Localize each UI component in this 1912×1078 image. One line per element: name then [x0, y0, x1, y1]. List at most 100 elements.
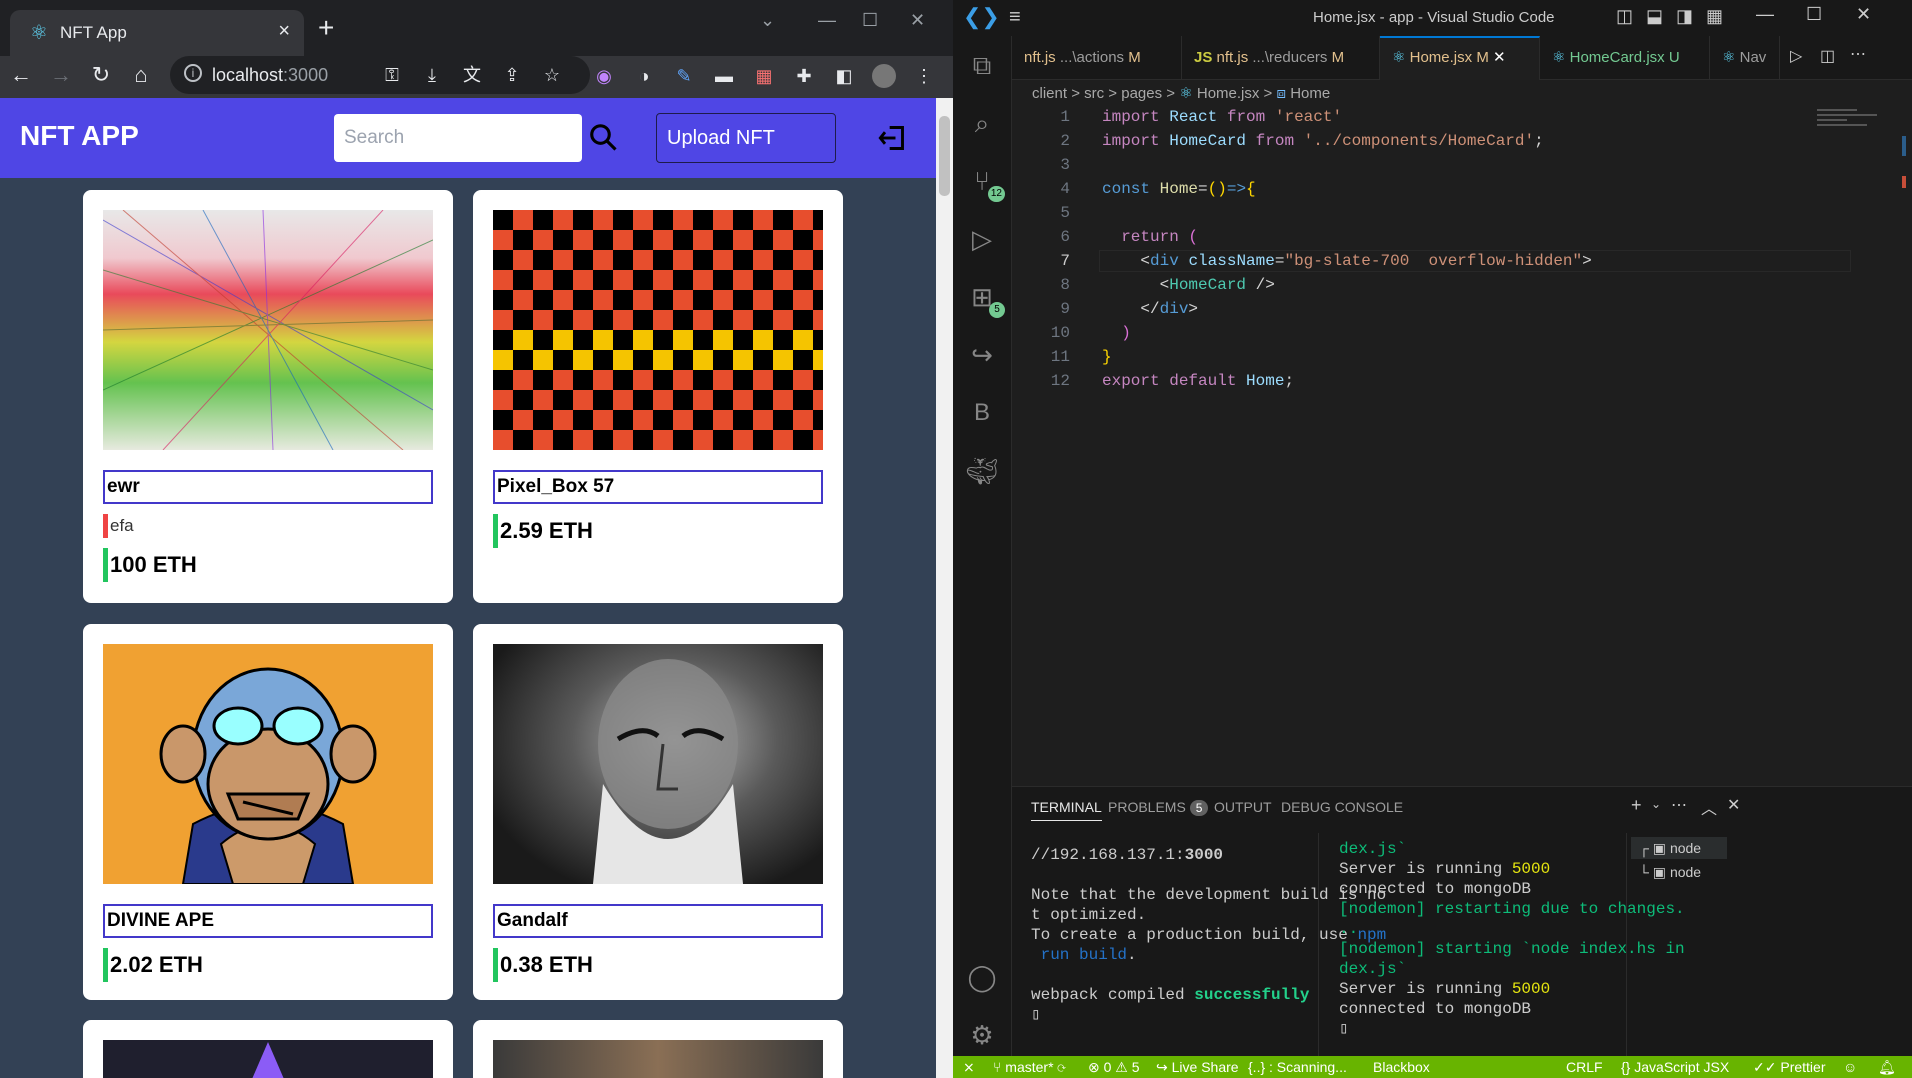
explorer-icon[interactable]: ⧉ [965, 48, 999, 82]
extensions-icon[interactable]: ⊞ 5 [965, 280, 1005, 318]
tab-homecard-jsx[interactable]: ⚛ HomeCard.jsx U [1540, 36, 1710, 80]
extension-pen-icon[interactable]: ✎ [672, 64, 696, 88]
account-icon[interactable]: ◯ [965, 960, 999, 994]
close-window-icon[interactable]: ✕ [1856, 4, 1871, 25]
branch-status[interactable]: ⑂ master* ⟳ [993, 1059, 1066, 1075]
more-actions-icon[interactable]: ⋯ [1671, 795, 1687, 815]
site-info-icon[interactable]: i [184, 64, 202, 82]
extension-dark-icon[interactable]: ▬ [712, 64, 736, 88]
tab-search-icon[interactable]: ⌄ [760, 10, 775, 31]
close-tab-icon[interactable]: × [278, 20, 290, 43]
profile-avatar[interactable] [872, 64, 896, 88]
editor-scrollbar[interactable] [1898, 106, 1912, 786]
blackbox-status[interactable]: Blackbox [1373, 1059, 1430, 1075]
address-bar[interactable]: i localhost:3000 ⚿ ⤓ 文 ⇪ ☆ [170, 56, 590, 94]
split-editor-icon[interactable]: ◫ [1820, 46, 1835, 66]
maximize-icon[interactable]: ☐ [1806, 4, 1822, 25]
page-scrollbar[interactable] [936, 98, 953, 1078]
more-actions-icon[interactable]: ⋯ [1850, 44, 1866, 64]
language-status[interactable]: {} JavaScript JSX [1621, 1059, 1729, 1075]
code-line: import React from 'react' [1102, 108, 1343, 126]
feedback-icon[interactable]: ☺ [1843, 1059, 1857, 1075]
tab-terminal[interactable]: TERMINAL [1031, 799, 1102, 821]
breadcrumb-client[interactable]: client [1032, 85, 1067, 102]
toggle-sidebar-icon[interactable]: ◫ [1616, 6, 1633, 27]
close-window-icon[interactable]: ✕ [910, 10, 925, 31]
app-brand[interactable]: NFT APP [20, 120, 139, 152]
notifications-bell-icon[interactable]: 🔔︎ [1878, 1059, 1896, 1076]
breadcrumb-pages[interactable]: pages [1121, 85, 1162, 102]
close-panel-icon[interactable]: ✕ [1727, 795, 1740, 815]
close-tab-icon[interactable]: ✕ [1493, 49, 1506, 66]
new-tab-icon[interactable]: + [318, 14, 334, 42]
maximize-panel-icon[interactable]: ︿ [1701, 795, 1717, 819]
extension-circle-icon[interactable]: ◑ [632, 64, 656, 88]
settings-gear-icon[interactable]: ⚙ [965, 1018, 999, 1052]
tab-debug-console[interactable]: DEBUG CONSOLE [1281, 799, 1403, 815]
nft-card[interactable]: Pixel_Box 57 2.59 ETH [473, 190, 843, 603]
scanning-status[interactable]: {..} : Scanning... [1248, 1059, 1347, 1075]
key-icon[interactable]: ⚿ [380, 63, 404, 87]
translate-icon[interactable]: 文 [460, 63, 484, 87]
toggle-panel-icon[interactable]: ⬓ [1646, 6, 1663, 27]
new-terminal-icon[interactable]: + [1631, 795, 1642, 816]
live-share-status[interactable]: ↪ Live Share [1156, 1059, 1239, 1076]
eol-status[interactable]: CRLF [1566, 1059, 1603, 1075]
run-icon[interactable]: ▷ [1790, 46, 1802, 66]
nft-card[interactable] [83, 1020, 453, 1078]
tab-nft-reducers[interactable]: JS nft.js ...\reducers M [1182, 36, 1380, 80]
chevron-down-icon[interactable]: ⌄ [1651, 797, 1661, 811]
search-input[interactable] [334, 114, 582, 162]
minimize-icon[interactable]: — [1756, 4, 1774, 25]
live-share-icon[interactable]: ↪ [965, 338, 999, 372]
nft-card[interactable]: ewr efa 100 ETH [83, 190, 453, 603]
nft-card[interactable] [473, 1020, 843, 1078]
blackbox-icon[interactable]: B [965, 396, 999, 430]
terminal-list-item[interactable]: ┌ ▣ node [1631, 837, 1727, 859]
search-icon[interactable] [588, 122, 618, 152]
extension-redux-icon[interactable]: ◉ [592, 64, 616, 88]
tab-nav[interactable]: ⚛ Nav [1710, 36, 1780, 80]
share-icon[interactable]: ⇪ [500, 63, 524, 87]
tab-problems[interactable]: PROBLEMS 5 [1108, 799, 1209, 816]
install-icon[interactable]: ⤓ [420, 63, 444, 87]
menu-icon[interactable]: ≡ [1009, 6, 1021, 29]
nft-card[interactable]: Gandalf 0.38 ETH [473, 624, 843, 1000]
problems-status[interactable]: ⊗ 0 ⚠ 5 [1088, 1059, 1140, 1076]
extension-color-icon[interactable]: ▦ [752, 64, 776, 88]
breadcrumb-src[interactable]: src [1084, 85, 1104, 102]
code-editor[interactable]: 1 2 3 4 5 6 7 8 9 10 11 12 import React … [1012, 106, 1852, 786]
upload-nft-button[interactable]: Upload NFT [656, 113, 836, 163]
terminal-left[interactable]: //192.168.137.1:3000 [1031, 845, 1223, 865]
docker-icon[interactable]: 🐳︎ [965, 454, 999, 488]
breadcrumb-symbol[interactable]: Home [1290, 85, 1330, 102]
toggle-secondary-sidebar-icon[interactable]: ◨ [1676, 6, 1693, 27]
forward-icon[interactable]: → [46, 62, 76, 88]
customize-layout-icon[interactable]: ▦ [1706, 6, 1723, 27]
minimize-icon[interactable]: — [818, 10, 836, 31]
tab-output[interactable]: OUTPUT [1214, 799, 1272, 815]
maximize-icon[interactable]: ☐ [862, 10, 878, 31]
nft-card[interactable]: DIVINE APE 2.02 ETH [83, 624, 453, 1000]
extensions-puzzle-icon[interactable]: ✚ [792, 64, 816, 88]
remote-icon[interactable]: ⨯ [963, 1059, 975, 1076]
search-icon[interactable]: ⌕ [965, 106, 999, 140]
breadcrumb-file[interactable]: Home.jsx [1197, 85, 1260, 102]
reload-icon[interactable]: ↻ [86, 62, 116, 88]
minimap[interactable] [1817, 106, 1897, 146]
tab-home-jsx[interactable]: ⚛ Home.jsx M ✕ [1380, 36, 1540, 80]
scrollbar-thumb[interactable] [939, 116, 950, 196]
run-debug-icon[interactable]: ▷ [965, 222, 999, 256]
prettier-status[interactable]: ✓✓ Prettier [1753, 1059, 1825, 1076]
menu-kebab-icon[interactable]: ⋮ [912, 64, 936, 88]
side-panel-icon[interactable]: ◧ [832, 64, 856, 88]
bookmark-star-icon[interactable]: ☆ [540, 63, 564, 87]
browser-tab[interactable]: ⚛ NFT App × [10, 10, 304, 56]
terminal-list-item[interactable]: └ ▣ node [1631, 861, 1727, 883]
logout-icon[interactable] [878, 124, 906, 152]
back-icon[interactable]: ← [6, 62, 36, 88]
tab-nft-actions[interactable]: nft.js ...\actions M [1012, 36, 1182, 80]
home-icon[interactable]: ⌂ [126, 62, 156, 88]
terminal-split-divider[interactable] [1318, 833, 1319, 1057]
source-control-icon[interactable]: ⑂ 12 [965, 164, 1005, 202]
